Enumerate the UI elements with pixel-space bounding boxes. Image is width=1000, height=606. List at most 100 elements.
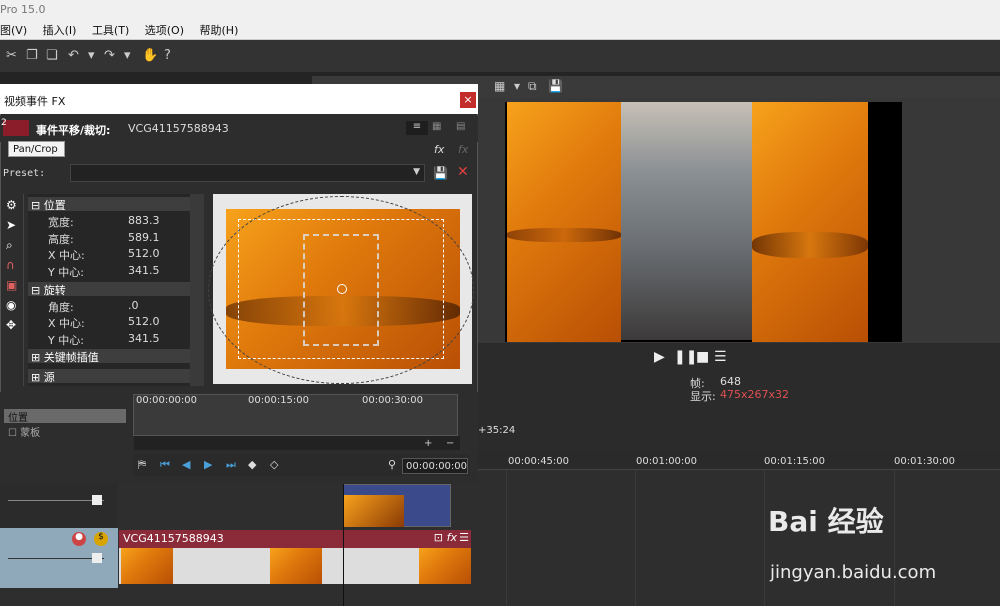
- menu-tools[interactable]: 工具(T): [92, 20, 135, 38]
- timeline-ruler[interactable]: 00:00:45:00 00:01:00:00 00:01:15:00 00:0…: [478, 452, 1000, 470]
- clip-menu-icon[interactable]: ☰: [459, 531, 469, 544]
- prop-value[interactable]: 341.5: [128, 332, 160, 345]
- fx-chain-number: 2: [1, 118, 7, 128]
- fx-icon[interactable]: ●: [72, 532, 86, 546]
- zoom-in-icon[interactable]: +: [424, 438, 432, 449]
- mask-checkbox[interactable]: ☐ 蒙板: [8, 424, 40, 439]
- splash-left: [507, 228, 621, 242]
- kf-tick: 00:00:15:00: [248, 395, 310, 406]
- prop-value[interactable]: 883.3: [128, 214, 160, 227]
- center-icon[interactable]: ◉: [6, 298, 16, 312]
- zoom-icon[interactable]: ⌕: [6, 238, 13, 253]
- preset-dropdown[interactable]: ▼: [70, 164, 425, 182]
- whats-this-icon[interactable]: ✋: [142, 48, 158, 63]
- prop-label: Y 中心:: [48, 334, 84, 347]
- menu-icon[interactable]: ☰: [714, 349, 727, 365]
- delete-keyframe-icon[interactable]: ◇: [270, 458, 278, 471]
- slider-handle[interactable]: [92, 495, 102, 505]
- video-panel-right: [752, 102, 868, 342]
- prev-keyframe-icon[interactable]: ◀: [182, 458, 190, 471]
- prop-value[interactable]: 341.5: [128, 264, 160, 277]
- keyframe-track-label[interactable]: 位置: [4, 409, 126, 424]
- save-snapshot-icon[interactable]: 💾: [548, 79, 563, 93]
- keyframe-time-display[interactable]: 00:00:00:00: [402, 458, 468, 474]
- menu-insert[interactable]: 插入(I): [43, 20, 83, 38]
- fx-chain-swatch[interactable]: [3, 120, 29, 136]
- group-source[interactable]: ⊞ 源: [28, 369, 190, 384]
- magnet-icon[interactable]: ∩: [6, 258, 15, 272]
- delete-preset-icon[interactable]: ✕: [457, 164, 469, 180]
- video-panel-left: [507, 102, 621, 342]
- undo-dropdown-icon[interactable]: ▾: [88, 48, 95, 63]
- grid-view-icon[interactable]: ▦: [432, 121, 441, 132]
- lock-aspect-icon[interactable]: ▣: [6, 278, 17, 292]
- group-rotation[interactable]: ⊟ 旋转: [28, 282, 190, 297]
- next-keyframe-icon[interactable]: ▶: [204, 458, 212, 471]
- pause-icon[interactable]: ❚❚: [674, 349, 697, 365]
- prop-value[interactable]: 512.0: [128, 315, 160, 328]
- video-clip-upper[interactable]: [343, 484, 451, 527]
- add-fx-icon[interactable]: fx: [434, 143, 444, 156]
- copy-snapshot-icon[interactable]: ⧉: [528, 79, 537, 94]
- clip-thumbnail: [419, 548, 471, 584]
- menu-options[interactable]: 选项(O): [145, 20, 190, 38]
- menu-help[interactable]: 帮助(H): [200, 20, 245, 38]
- tiles-view-icon[interactable]: ▤: [456, 121, 465, 132]
- display-value: 475x267x32: [720, 388, 790, 401]
- zoom-out-icon[interactable]: −: [446, 438, 454, 449]
- ruler-tick: 00:01:30:00: [894, 456, 956, 467]
- redo-icon[interactable]: ↷: [104, 48, 115, 63]
- prop-label: X 中心:: [48, 317, 85, 330]
- keyframe-marker-icon[interactable]: ⚲: [388, 458, 396, 471]
- fx-chain-name: 事件平移/裁切:: [36, 124, 111, 137]
- grid-icon[interactable]: ▦: [494, 79, 505, 93]
- dialog-title: 视频事件 FX: [0, 84, 478, 114]
- group-position[interactable]: ⊟ 位置: [28, 197, 190, 212]
- group-keyframe-interp[interactable]: ⊞ 关键帧插值: [28, 349, 190, 364]
- prop-value[interactable]: .0: [128, 299, 139, 312]
- main-toolbar: ✂ ❐ ❏ ↶ ▾ ↷ ▾ ✋ ?: [0, 40, 1000, 72]
- close-button[interactable]: ×: [460, 92, 476, 108]
- clip-header[interactable]: VCG41157588943 ⊡ fx ☰: [119, 530, 471, 548]
- overlay-dropdown-icon[interactable]: ▾: [514, 79, 520, 93]
- fx-icon[interactable]: fx: [447, 531, 457, 544]
- playhead[interactable]: [343, 470, 344, 606]
- properties-scrollbar[interactable]: [190, 194, 204, 386]
- paste-icon[interactable]: ❏: [46, 48, 58, 63]
- list-view-icon[interactable]: ≡: [406, 121, 428, 135]
- settings-icon[interactable]: ⚙: [6, 198, 17, 212]
- crop-icon[interactable]: ⊡: [434, 531, 443, 544]
- pointer-icon[interactable]: ➤: [6, 218, 16, 232]
- track-volume-slider[interactable]: [8, 558, 104, 559]
- play-icon[interactable]: ▶: [654, 349, 665, 365]
- help-icon[interactable]: ?: [164, 48, 171, 63]
- watermark-brand: Bai 经验: [768, 505, 884, 538]
- first-keyframe-icon[interactable]: ⏮: [160, 458, 170, 472]
- track-header-2[interactable]: ● $: [0, 528, 118, 588]
- stop-icon[interactable]: ■: [696, 349, 709, 365]
- splash-right: [752, 232, 868, 258]
- save-preset-icon[interactable]: 💾: [433, 166, 448, 180]
- remove-fx-icon[interactable]: fx: [458, 143, 468, 156]
- add-keyframe-icon[interactable]: ◆: [248, 458, 256, 471]
- grid-line: [764, 470, 765, 606]
- track-volume-slider[interactable]: [8, 500, 104, 501]
- redo-dropdown-icon[interactable]: ▾: [124, 48, 131, 63]
- move-icon[interactable]: ✥: [6, 318, 16, 332]
- preset-label: Preset:: [3, 168, 46, 179]
- prop-value[interactable]: 589.1: [128, 231, 160, 244]
- prop-value[interactable]: 512.0: [128, 247, 160, 260]
- last-keyframe-icon[interactable]: ⏭: [226, 458, 236, 472]
- menu-view[interactable]: 图(V): [0, 20, 33, 38]
- copy-icon[interactable]: ❐: [26, 48, 38, 63]
- cut-icon[interactable]: ✂: [6, 48, 17, 63]
- prop-label: 宽度:: [48, 216, 74, 229]
- keyframe-scrollbar[interactable]: [134, 436, 460, 450]
- slider-handle[interactable]: [92, 553, 102, 563]
- center-handle[interactable]: [337, 284, 347, 294]
- sync-cursor-icon[interactable]: ⛿: [138, 458, 146, 472]
- undo-icon[interactable]: ↶: [68, 48, 79, 63]
- solo-icon[interactable]: $: [94, 532, 108, 546]
- grid-line: [894, 470, 895, 606]
- prop-label: 高度:: [48, 233, 74, 246]
